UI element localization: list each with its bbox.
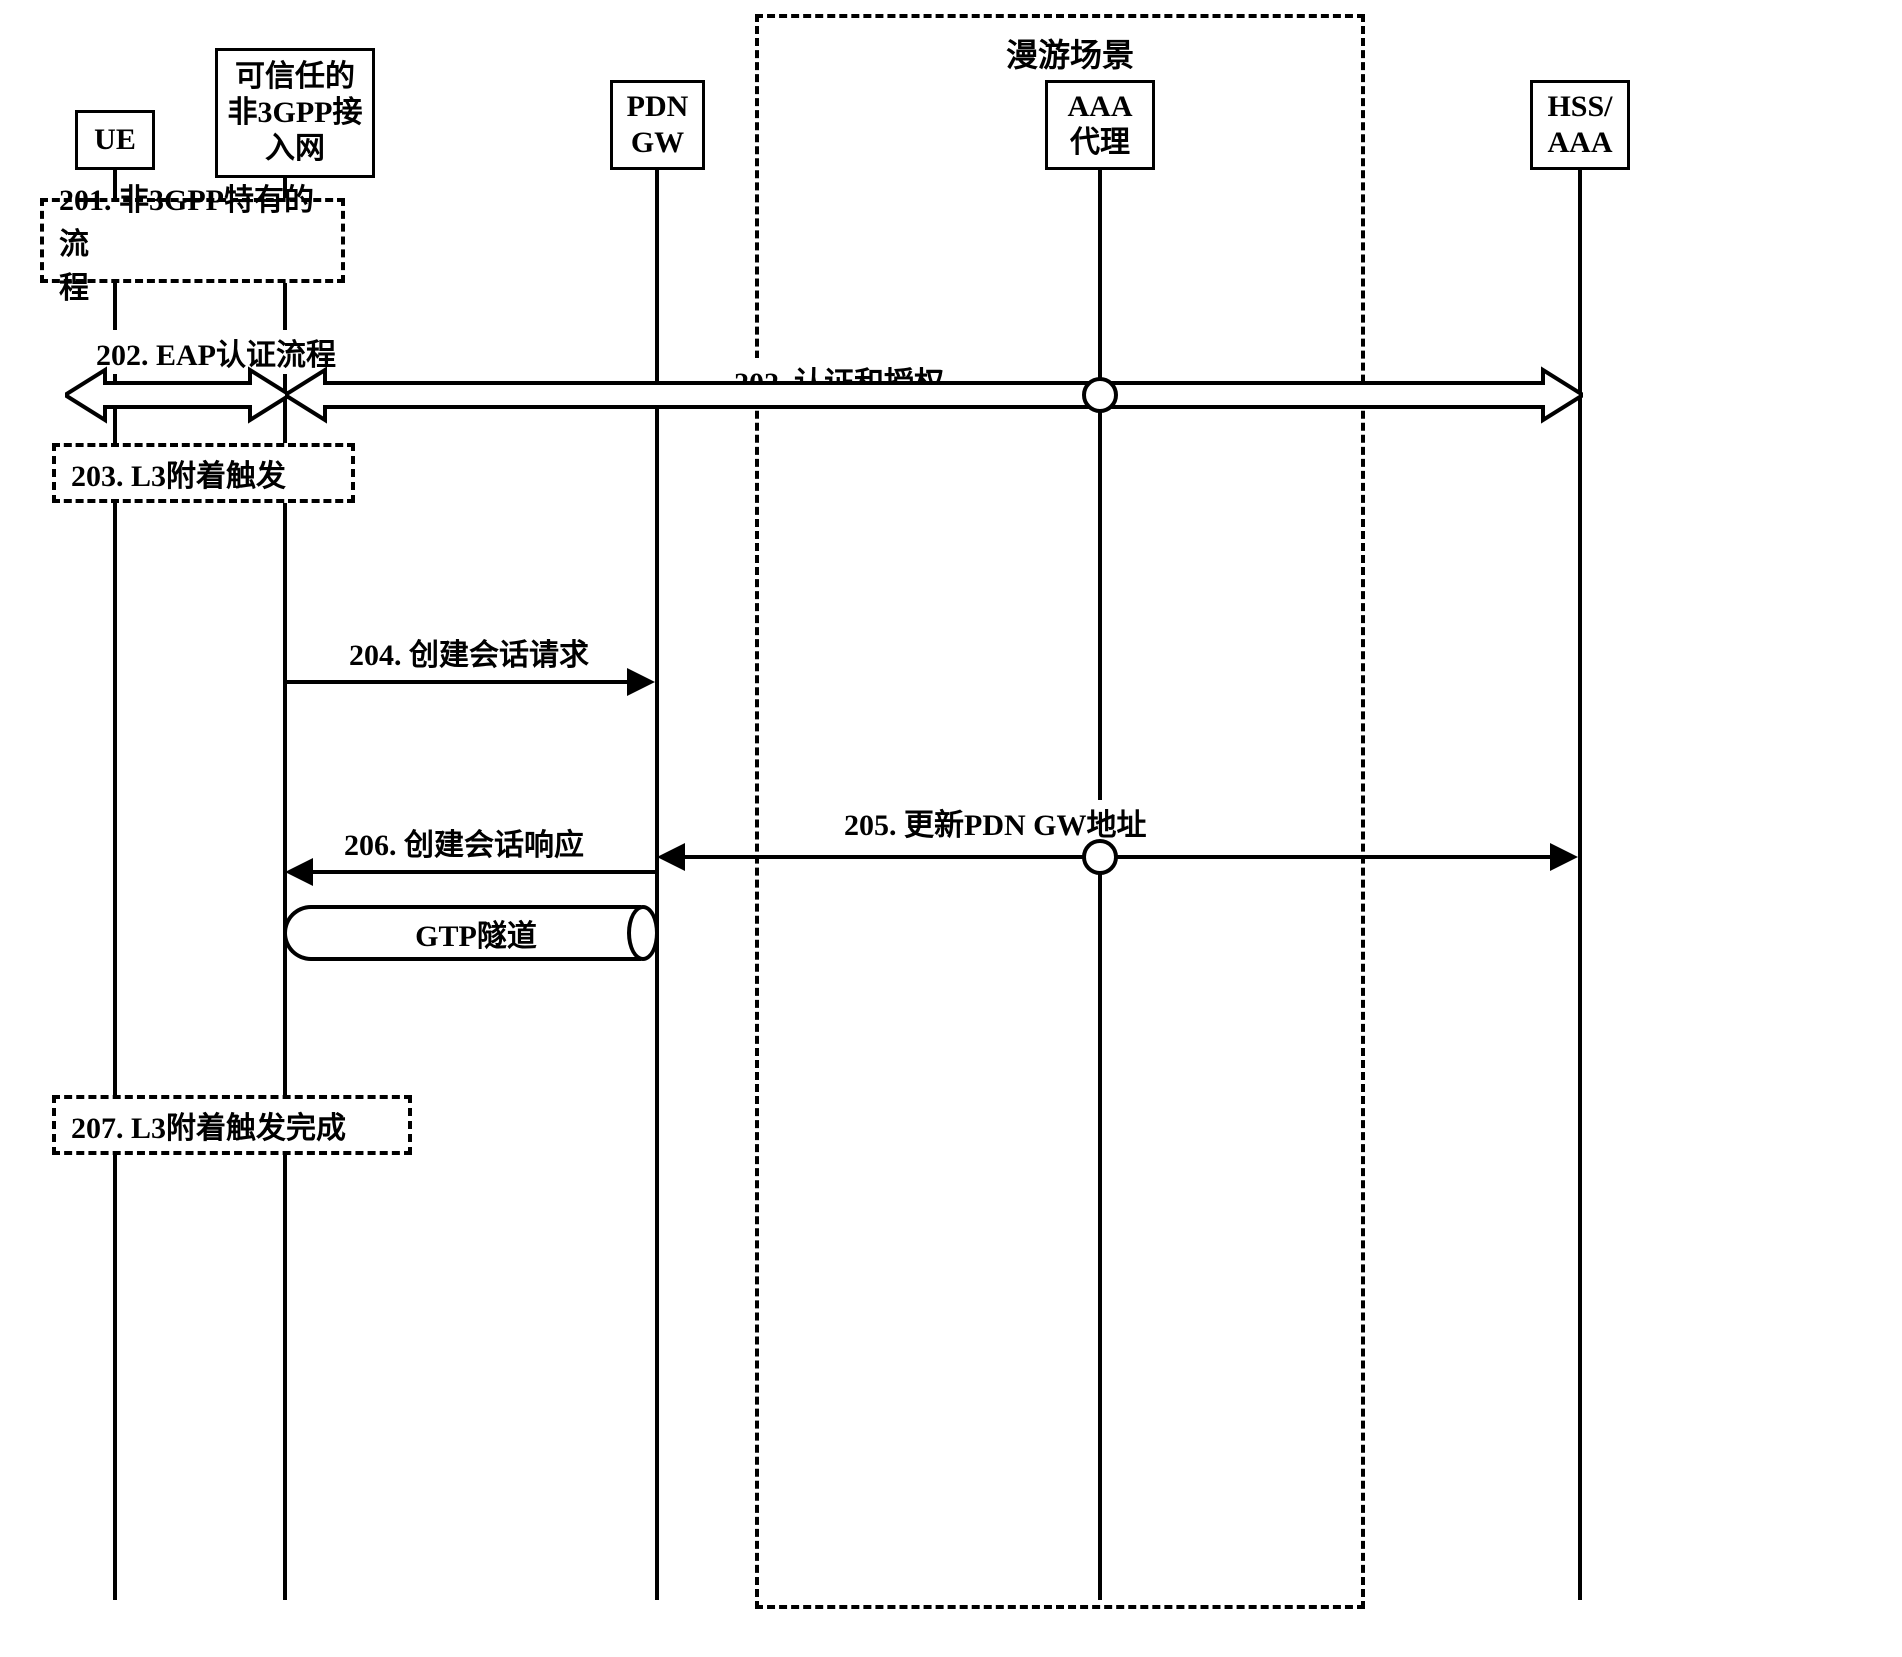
participant-ue: UE	[75, 110, 155, 170]
step-202a-arrow	[65, 365, 290, 425]
step-205-line	[685, 855, 1555, 859]
step-206-label: 206. 创建会话响应	[340, 820, 588, 864]
step-204-head	[627, 668, 655, 696]
sequence-diagram: 漫游场景 UE 可信任的 非3GPP接 入网 PDN GW AAA 代理 HSS…	[0, 0, 1902, 1657]
participant-pdn-gw: PDN GW	[610, 80, 705, 170]
roaming-title: 漫游场景	[910, 30, 1230, 76]
circle-205	[1082, 839, 1118, 875]
circle-202	[1082, 377, 1118, 413]
step-202b-arrow	[285, 365, 1583, 425]
participant-label: PDN GW	[627, 89, 689, 161]
gtp-tunnel: GTP隧道	[283, 905, 659, 961]
participant-label: AAA 代理	[1068, 89, 1133, 161]
step-205-label: 205. 更新PDN GW地址	[840, 800, 1151, 844]
step-201: 201. 非3GPP特有的流 程	[40, 198, 345, 283]
step-label: 207. L3附着触发完成	[71, 1103, 346, 1147]
step-206-line	[313, 870, 658, 874]
step-204-label: 204. 创建会话请求	[345, 630, 593, 674]
step-203: 203. L3附着触发	[52, 443, 355, 503]
participant-label: UE	[94, 122, 136, 158]
participant-hss-aaa: HSS/ AAA	[1530, 80, 1630, 170]
step-206-head	[285, 858, 313, 886]
tunnel-label: GTP隧道	[415, 911, 537, 955]
step-label: 203. L3附着触发	[71, 451, 286, 495]
step-207: 207. L3附着触发完成	[52, 1095, 412, 1155]
step-205-head-left	[657, 843, 685, 871]
participant-aaa-proxy: AAA 代理	[1045, 80, 1155, 170]
step-204-line	[287, 680, 632, 684]
participant-label: HSS/ AAA	[1547, 89, 1612, 161]
participant-label: 可信任的 非3GPP接 入网	[228, 59, 363, 167]
participant-trusted-non3gpp: 可信任的 非3GPP接 入网	[215, 48, 375, 178]
step-label: 201. 非3GPP特有的流 程	[59, 175, 326, 307]
step-205-head-right	[1550, 843, 1578, 871]
